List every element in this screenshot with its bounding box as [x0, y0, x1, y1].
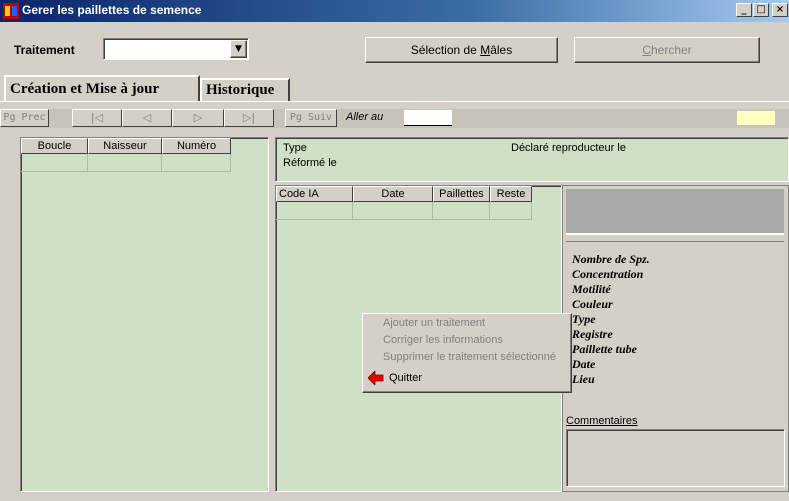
col-paillettes[interactable]: Paillettes: [433, 186, 490, 202]
menu-item-supprimer[interactable]: Supprimer le traitement sélectionné: [383, 348, 556, 366]
grid-cell[interactable]: [490, 202, 532, 220]
grid-cell[interactable]: [276, 202, 353, 220]
prev-record-icon[interactable]: ◁: [122, 109, 172, 127]
app-icon: [3, 3, 19, 19]
comments-box[interactable]: [566, 429, 785, 487]
field-nombre-spz: Nombre de Spz.: [572, 252, 650, 266]
traitement-select[interactable]: ▼: [103, 38, 249, 60]
field-concentration: Concentration: [572, 267, 644, 281]
type-label: Type: [283, 142, 307, 154]
goto-label: Aller au: [346, 111, 384, 123]
field-lieu: Lieu: [572, 372, 595, 386]
nav-bar: Pg Prec |◁ ◁ ▷ ▷| Pg Suiv Aller au: [0, 109, 789, 128]
details-header: [566, 189, 784, 235]
info-panel: Type Déclaré reproducteur le Réformé le: [275, 137, 789, 182]
context-menu: Ajouter un traitement Corriger les infor…: [362, 313, 572, 393]
selection-males-button[interactable]: Sélection de Mâles: [365, 37, 558, 63]
field-registre: Registre: [572, 327, 613, 341]
selection-accel: M: [480, 43, 491, 57]
col-numero[interactable]: Numéro: [162, 138, 231, 154]
grid-cell[interactable]: [433, 202, 490, 220]
reformed-label: Réformé le: [283, 157, 337, 169]
grid-cell[interactable]: [88, 154, 162, 172]
next-record-icon[interactable]: ▷: [172, 109, 224, 127]
next-page-button[interactable]: Pg Suiv: [285, 109, 337, 127]
col-code-ia[interactable]: Code IA: [276, 186, 353, 202]
tab-historique[interactable]: Historique: [200, 78, 290, 101]
chevron-down-icon[interactable]: ▼: [230, 40, 247, 58]
tab-divider: [0, 101, 789, 103]
chercher-accel: C: [642, 43, 651, 57]
window-title: Gerer les paillettes de semence: [22, 3, 202, 17]
tab-creation[interactable]: Création et Mise à jour: [4, 75, 200, 101]
col-boucle[interactable]: Boucle: [21, 138, 88, 154]
col-naisseur[interactable]: Naisseur: [88, 138, 162, 154]
grid-cell[interactable]: [162, 154, 231, 172]
grid-cell[interactable]: [353, 202, 433, 220]
title-bar[interactable]: Gerer les paillettes de semence _ □ ×: [0, 0, 789, 22]
menu-item-ajouter[interactable]: Ajouter un traitement: [383, 314, 485, 332]
col-date[interactable]: Date: [353, 186, 433, 202]
goto-input[interactable]: [404, 110, 452, 126]
field-date: Date: [572, 357, 596, 371]
close-button[interactable]: ×: [772, 3, 788, 17]
traitement-label: Traitement: [14, 43, 75, 57]
status-indicator: [737, 111, 775, 125]
details-fields: Nombre de Spz. Concentration Motilité Co…: [572, 252, 782, 387]
grid-cell[interactable]: [21, 154, 88, 172]
col-reste[interactable]: Reste: [490, 186, 532, 202]
comments-label: Commentaires: [566, 415, 638, 427]
field-couleur: Couleur: [572, 297, 613, 311]
chercher-button[interactable]: Chercher: [574, 37, 760, 63]
animal-grid[interactable]: Boucle Naisseur Numéro: [20, 137, 269, 492]
red-arrow-icon: [368, 371, 384, 385]
declared-label: Déclaré reproducteur le: [511, 142, 626, 154]
details-divider: [566, 236, 784, 242]
chercher-label: hercher: [650, 43, 692, 57]
selection-label-post: âles: [490, 43, 513, 57]
maximize-button[interactable]: □: [753, 3, 769, 17]
details-panel: Nombre de Spz. Concentration Motilité Co…: [562, 185, 789, 492]
minimize-button[interactable]: _: [736, 3, 752, 17]
field-type: Type: [572, 312, 596, 326]
field-paillette-tube: Paillette tube: [572, 342, 637, 356]
menu-item-corriger[interactable]: Corriger les informations: [383, 331, 503, 349]
prev-page-button[interactable]: Pg Prec: [0, 109, 49, 127]
menu-item-quitter[interactable]: Quitter: [389, 369, 422, 387]
selection-label-pre: Sélection de: [410, 43, 481, 57]
field-motilite: Motilité: [572, 282, 611, 296]
first-record-icon[interactable]: |◁: [72, 109, 122, 127]
last-record-icon[interactable]: ▷|: [224, 109, 274, 127]
tab-strip: Création et Mise à jour Historique: [4, 75, 304, 101]
